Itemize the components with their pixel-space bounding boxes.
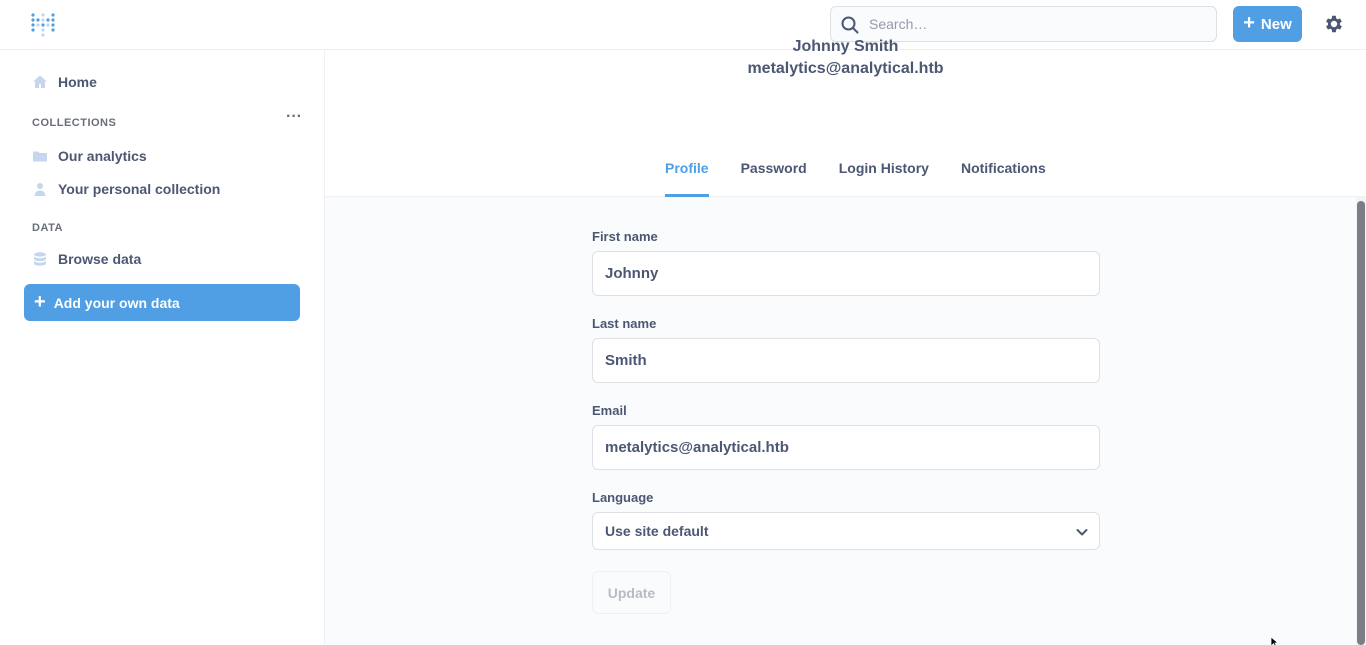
language-selected-value: Use site default [605,523,709,539]
search-input[interactable] [869,7,1209,41]
scrollbar-thumb[interactable] [1357,201,1365,645]
tab-notifications[interactable]: Notifications [961,158,1046,197]
sidebar-item-our-analytics[interactable]: Our analytics [32,144,147,168]
database-icon [34,252,46,266]
first-name-label: First name [592,229,658,244]
gear-icon[interactable] [1323,13,1345,35]
update-button[interactable]: Update [592,571,671,614]
sidebar: Home COLLECTIONS ··· Our analytics Your … [0,50,325,645]
last-name-label: Last name [592,316,657,331]
sidebar-item-label: Home [58,74,97,90]
metabase-logo-icon[interactable] [30,10,58,38]
new-button-label: New [1260,15,1292,33]
tab-login-history[interactable]: Login History [839,158,929,197]
add-data-label: Add your own data [53,294,180,311]
first-name-field[interactable] [593,252,1099,295]
tab-profile[interactable]: Profile [665,158,709,197]
language-label: Language [592,490,654,505]
email-field-wrapper [592,425,1100,470]
tab-password[interactable]: Password [741,158,807,197]
plus-icon: + [34,290,46,313]
language-select[interactable]: Use site default [592,512,1100,550]
sidebar-item-label: Your personal collection [58,181,221,197]
last-name-field[interactable] [593,339,1099,382]
more-options-icon[interactable]: ··· [286,109,302,129]
user-name: Johnny Smith [792,38,899,55]
search-icon [841,16,859,34]
mouse-cursor-icon [1270,636,1280,645]
email-label: Email [592,403,627,418]
sidebar-item-browse-data[interactable]: Browse data [32,247,141,271]
sidebar-item-label: Browse data [58,251,142,267]
last-name-field-wrapper [592,338,1100,383]
new-button[interactable]: + New [1233,6,1302,42]
sidebar-item-label: Our analytics [58,148,147,164]
email-field[interactable] [593,426,1099,469]
person-icon [34,183,46,196]
profile-form: First name Last name Email Language Use … [325,197,1356,645]
folder-icon [33,151,47,162]
profile-header: Johnny Smith metalytics@analytical.htb P… [325,38,1366,197]
scrollbar[interactable] [1356,197,1366,645]
sidebar-item-personal-collection[interactable]: Your personal collection [32,177,220,201]
search-bar[interactable] [830,6,1217,42]
data-heading: DATA [32,222,63,234]
home-icon [33,75,47,88]
chevron-down-icon [1076,529,1088,536]
plus-icon: + [1243,12,1255,34]
first-name-field-wrapper [592,251,1100,296]
add-your-own-data-button[interactable]: + Add your own data [24,284,300,321]
account-tabs: Profile Password Login History Notificat… [665,158,1046,197]
user-email: metalytics@analytical.htb [747,60,944,77]
sidebar-item-home[interactable]: Home [32,70,97,94]
collections-heading: COLLECTIONS [32,117,117,129]
